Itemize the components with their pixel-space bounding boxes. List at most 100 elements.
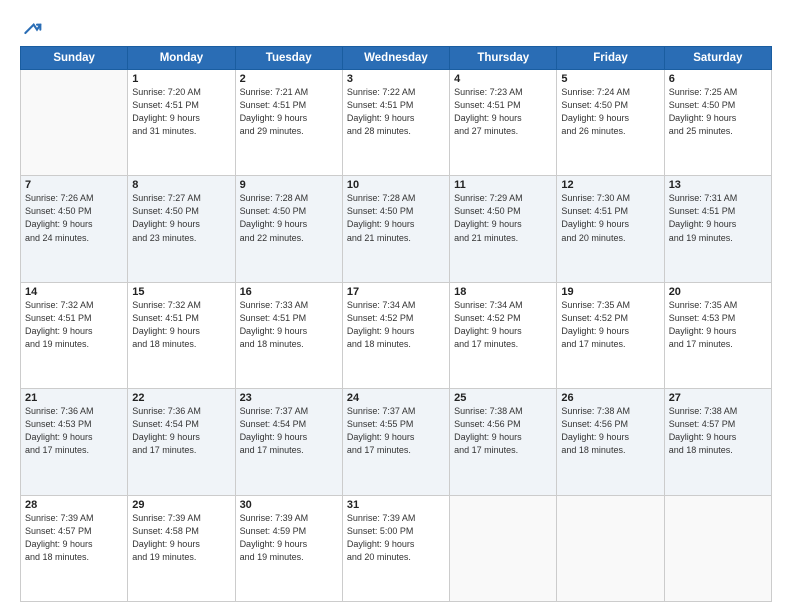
day-number: 13 [669, 179, 767, 191]
calendar-week-4: 21Sunrise: 7:36 AM Sunset: 4:53 PM Dayli… [21, 389, 772, 495]
day-info: Sunrise: 7:27 AM Sunset: 4:50 PM Dayligh… [132, 192, 230, 244]
day-number: 25 [454, 392, 552, 404]
day-info: Sunrise: 7:30 AM Sunset: 4:51 PM Dayligh… [561, 192, 659, 244]
day-number: 1 [132, 73, 230, 85]
calendar-cell: 14Sunrise: 7:32 AM Sunset: 4:51 PM Dayli… [21, 282, 128, 388]
calendar-cell: 16Sunrise: 7:33 AM Sunset: 4:51 PM Dayli… [235, 282, 342, 388]
day-info: Sunrise: 7:36 AM Sunset: 4:54 PM Dayligh… [132, 405, 230, 457]
calendar-week-5: 28Sunrise: 7:39 AM Sunset: 4:57 PM Dayli… [21, 495, 772, 601]
day-info: Sunrise: 7:26 AM Sunset: 4:50 PM Dayligh… [25, 192, 123, 244]
day-number: 5 [561, 73, 659, 85]
calendar-header-monday: Monday [128, 47, 235, 70]
day-info: Sunrise: 7:29 AM Sunset: 4:50 PM Dayligh… [454, 192, 552, 244]
calendar-cell: 7Sunrise: 7:26 AM Sunset: 4:50 PM Daylig… [21, 176, 128, 282]
day-info: Sunrise: 7:32 AM Sunset: 4:51 PM Dayligh… [25, 299, 123, 351]
day-number: 9 [240, 179, 338, 191]
day-info: Sunrise: 7:36 AM Sunset: 4:53 PM Dayligh… [25, 405, 123, 457]
day-number: 18 [454, 286, 552, 298]
day-info: Sunrise: 7:28 AM Sunset: 4:50 PM Dayligh… [347, 192, 445, 244]
day-number: 28 [25, 499, 123, 511]
day-number: 10 [347, 179, 445, 191]
calendar-cell: 13Sunrise: 7:31 AM Sunset: 4:51 PM Dayli… [664, 176, 771, 282]
day-info: Sunrise: 7:39 AM Sunset: 4:59 PM Dayligh… [240, 512, 338, 564]
calendar-week-1: 1Sunrise: 7:20 AM Sunset: 4:51 PM Daylig… [21, 70, 772, 176]
calendar-cell: 30Sunrise: 7:39 AM Sunset: 4:59 PM Dayli… [235, 495, 342, 601]
calendar-cell: 18Sunrise: 7:34 AM Sunset: 4:52 PM Dayli… [450, 282, 557, 388]
calendar-cell: 31Sunrise: 7:39 AM Sunset: 5:00 PM Dayli… [342, 495, 449, 601]
day-number: 26 [561, 392, 659, 404]
day-number: 14 [25, 286, 123, 298]
day-number: 29 [132, 499, 230, 511]
day-info: Sunrise: 7:39 AM Sunset: 4:57 PM Dayligh… [25, 512, 123, 564]
calendar-week-3: 14Sunrise: 7:32 AM Sunset: 4:51 PM Dayli… [21, 282, 772, 388]
calendar-cell: 9Sunrise: 7:28 AM Sunset: 4:50 PM Daylig… [235, 176, 342, 282]
calendar-header-wednesday: Wednesday [342, 47, 449, 70]
day-number: 30 [240, 499, 338, 511]
calendar-cell: 12Sunrise: 7:30 AM Sunset: 4:51 PM Dayli… [557, 176, 664, 282]
day-info: Sunrise: 7:38 AM Sunset: 4:56 PM Dayligh… [454, 405, 552, 457]
day-info: Sunrise: 7:32 AM Sunset: 4:51 PM Dayligh… [132, 299, 230, 351]
day-info: Sunrise: 7:23 AM Sunset: 4:51 PM Dayligh… [454, 86, 552, 138]
calendar-week-2: 7Sunrise: 7:26 AM Sunset: 4:50 PM Daylig… [21, 176, 772, 282]
day-number: 7 [25, 179, 123, 191]
day-info: Sunrise: 7:20 AM Sunset: 4:51 PM Dayligh… [132, 86, 230, 138]
day-info: Sunrise: 7:39 AM Sunset: 5:00 PM Dayligh… [347, 512, 445, 564]
calendar-cell: 4Sunrise: 7:23 AM Sunset: 4:51 PM Daylig… [450, 70, 557, 176]
calendar-header-thursday: Thursday [450, 47, 557, 70]
day-number: 17 [347, 286, 445, 298]
calendar-cell: 26Sunrise: 7:38 AM Sunset: 4:56 PM Dayli… [557, 389, 664, 495]
day-info: Sunrise: 7:25 AM Sunset: 4:50 PM Dayligh… [669, 86, 767, 138]
day-number: 24 [347, 392, 445, 404]
day-info: Sunrise: 7:38 AM Sunset: 4:56 PM Dayligh… [561, 405, 659, 457]
calendar-cell: 19Sunrise: 7:35 AM Sunset: 4:52 PM Dayli… [557, 282, 664, 388]
calendar-cell: 23Sunrise: 7:37 AM Sunset: 4:54 PM Dayli… [235, 389, 342, 495]
day-info: Sunrise: 7:37 AM Sunset: 4:55 PM Dayligh… [347, 405, 445, 457]
day-number: 3 [347, 73, 445, 85]
calendar-cell: 28Sunrise: 7:39 AM Sunset: 4:57 PM Dayli… [21, 495, 128, 601]
calendar-cell: 6Sunrise: 7:25 AM Sunset: 4:50 PM Daylig… [664, 70, 771, 176]
day-info: Sunrise: 7:28 AM Sunset: 4:50 PM Dayligh… [240, 192, 338, 244]
calendar-cell: 20Sunrise: 7:35 AM Sunset: 4:53 PM Dayli… [664, 282, 771, 388]
logo [20, 18, 42, 38]
calendar-cell: 25Sunrise: 7:38 AM Sunset: 4:56 PM Dayli… [450, 389, 557, 495]
calendar-cell [664, 495, 771, 601]
day-info: Sunrise: 7:21 AM Sunset: 4:51 PM Dayligh… [240, 86, 338, 138]
calendar-cell: 10Sunrise: 7:28 AM Sunset: 4:50 PM Dayli… [342, 176, 449, 282]
day-number: 4 [454, 73, 552, 85]
calendar-cell: 1Sunrise: 7:20 AM Sunset: 4:51 PM Daylig… [128, 70, 235, 176]
calendar-cell: 2Sunrise: 7:21 AM Sunset: 4:51 PM Daylig… [235, 70, 342, 176]
day-number: 31 [347, 499, 445, 511]
calendar-cell: 24Sunrise: 7:37 AM Sunset: 4:55 PM Dayli… [342, 389, 449, 495]
logo-icon [22, 18, 42, 38]
day-info: Sunrise: 7:37 AM Sunset: 4:54 PM Dayligh… [240, 405, 338, 457]
day-number: 21 [25, 392, 123, 404]
header [20, 18, 772, 38]
calendar-header-row: SundayMondayTuesdayWednesdayThursdayFrid… [21, 47, 772, 70]
calendar-cell: 3Sunrise: 7:22 AM Sunset: 4:51 PM Daylig… [342, 70, 449, 176]
calendar-cell: 22Sunrise: 7:36 AM Sunset: 4:54 PM Dayli… [128, 389, 235, 495]
day-number: 15 [132, 286, 230, 298]
day-info: Sunrise: 7:33 AM Sunset: 4:51 PM Dayligh… [240, 299, 338, 351]
calendar-header-tuesday: Tuesday [235, 47, 342, 70]
day-info: Sunrise: 7:34 AM Sunset: 4:52 PM Dayligh… [347, 299, 445, 351]
calendar-cell [450, 495, 557, 601]
calendar-table: SundayMondayTuesdayWednesdayThursdayFrid… [20, 46, 772, 602]
calendar-cell: 11Sunrise: 7:29 AM Sunset: 4:50 PM Dayli… [450, 176, 557, 282]
calendar-header-sunday: Sunday [21, 47, 128, 70]
day-info: Sunrise: 7:38 AM Sunset: 4:57 PM Dayligh… [669, 405, 767, 457]
calendar-cell: 29Sunrise: 7:39 AM Sunset: 4:58 PM Dayli… [128, 495, 235, 601]
calendar-cell [557, 495, 664, 601]
day-number: 22 [132, 392, 230, 404]
calendar-cell: 27Sunrise: 7:38 AM Sunset: 4:57 PM Dayli… [664, 389, 771, 495]
day-number: 19 [561, 286, 659, 298]
day-number: 23 [240, 392, 338, 404]
day-number: 8 [132, 179, 230, 191]
calendar-cell: 21Sunrise: 7:36 AM Sunset: 4:53 PM Dayli… [21, 389, 128, 495]
page: SundayMondayTuesdayWednesdayThursdayFrid… [0, 0, 792, 612]
calendar-cell: 17Sunrise: 7:34 AM Sunset: 4:52 PM Dayli… [342, 282, 449, 388]
day-info: Sunrise: 7:35 AM Sunset: 4:52 PM Dayligh… [561, 299, 659, 351]
day-number: 20 [669, 286, 767, 298]
day-info: Sunrise: 7:34 AM Sunset: 4:52 PM Dayligh… [454, 299, 552, 351]
day-number: 6 [669, 73, 767, 85]
calendar-header-saturday: Saturday [664, 47, 771, 70]
